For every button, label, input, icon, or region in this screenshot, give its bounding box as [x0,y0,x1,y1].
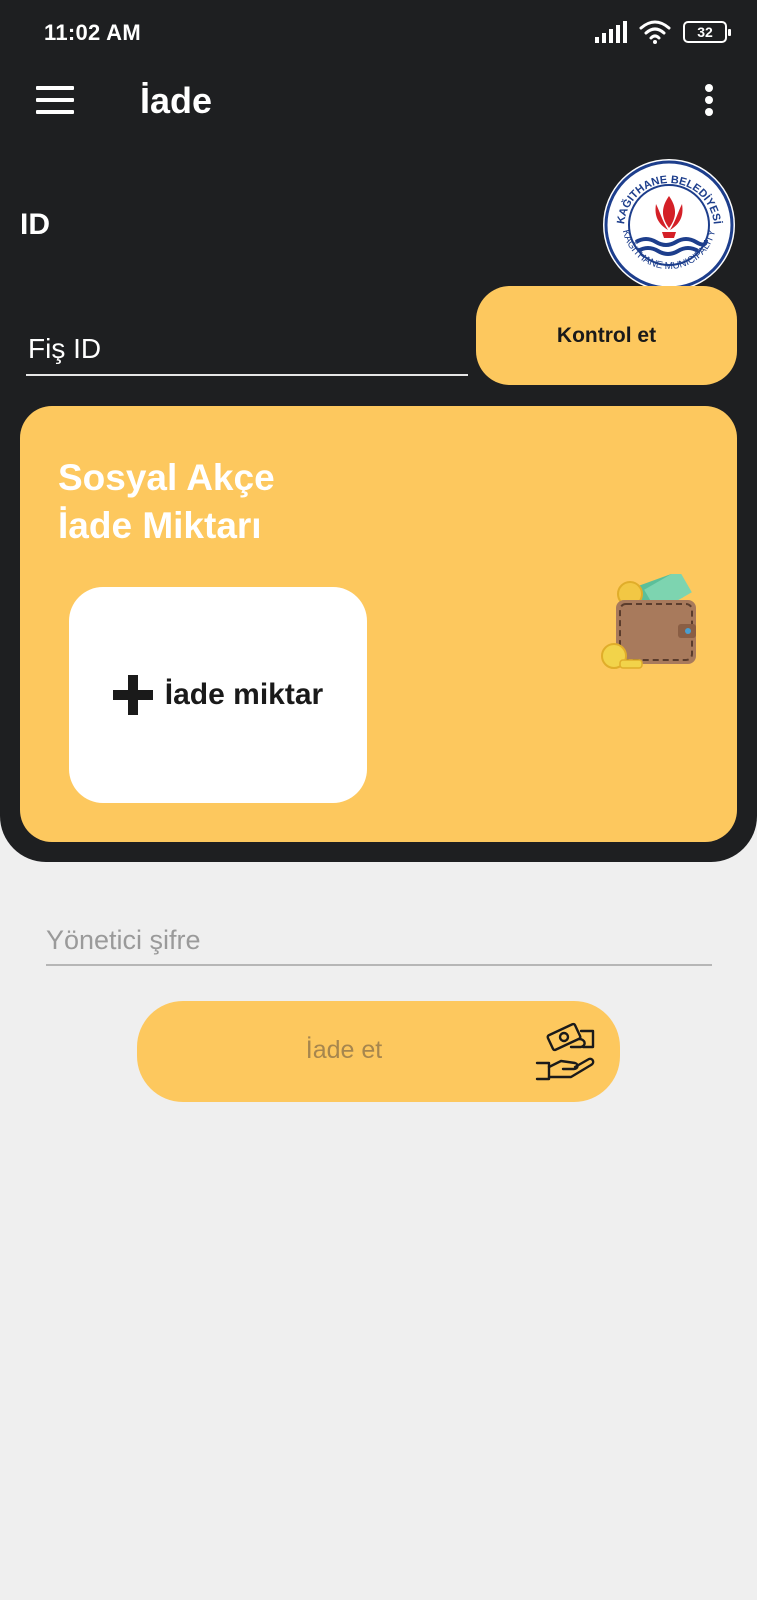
status-icons: 32 [595,20,731,44]
refund-amount-card: Sosyal Akçe İade Miktarı İade miktar [20,406,737,842]
add-amount-label: İade miktar [164,678,324,711]
wifi-icon [639,20,671,44]
page-title: İade [140,80,213,121]
money-hands-icon [535,1022,595,1081]
municipality-logo: KAĞITHANE BELEDİYESİ KAĞITHANE MUNICIPAL… [603,159,735,291]
admin-password-input[interactable] [46,916,712,964]
iade-et-label: İade et [305,1036,383,1064]
card-title: Sosyal Akçe İade Miktarı [58,454,275,550]
card-title-line2: İade Miktarı [58,505,262,546]
kontrol-button[interactable]: Kontrol et [476,286,737,385]
card-title-line1: Sosyal Akçe [58,457,275,498]
app-bar: İade [0,64,757,140]
battery-icon: 32 [683,21,731,43]
menu-icon[interactable] [36,86,74,116]
status-bar: 11:02 AM 32 [0,0,757,64]
plus-icon [112,675,153,715]
more-vert-icon[interactable] [705,84,715,118]
signal-icon [595,21,627,43]
status-time: 11:02 AM [44,20,141,45]
fis-id-input[interactable] [26,324,468,374]
fis-id-field[interactable] [26,324,468,376]
add-amount-button[interactable]: İade miktar [69,587,367,803]
admin-password-field[interactable] [46,916,712,966]
iade-et-button[interactable]: İade et [137,1001,620,1102]
wallet-icon [601,574,696,669]
id-label: ID [20,208,50,241]
